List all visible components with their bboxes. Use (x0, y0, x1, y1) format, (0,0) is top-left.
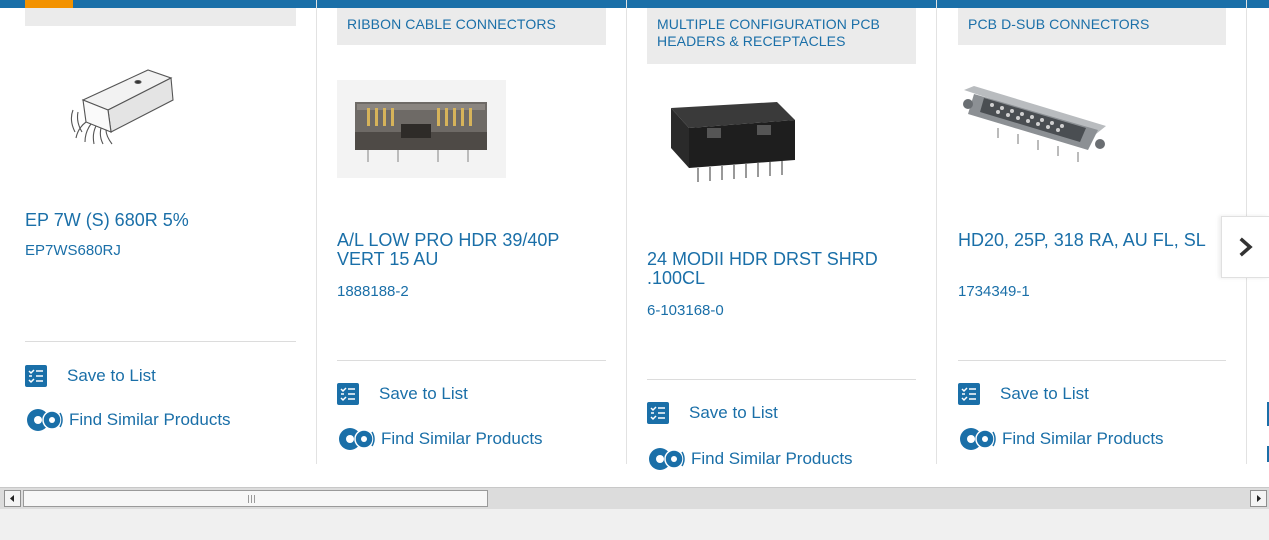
card-separator (316, 0, 317, 464)
gears-icon (649, 448, 685, 470)
checklist-icon (647, 402, 669, 424)
save-to-list-label: Save to List (379, 384, 468, 403)
product-part-number[interactable]: EP7WS680RJ (25, 242, 121, 260)
product-part-number[interactable]: 1734349-1 (958, 283, 1030, 301)
find-similar-button[interactable]: Find Similar Products (647, 446, 853, 472)
product-title[interactable]: HD20, 25P, 318 RA, AU FL, SL (958, 231, 1226, 250)
find-similar-label: Find Similar Products (691, 449, 853, 468)
save-to-list-button[interactable]: Save to List (25, 365, 156, 387)
scroll-right-arrow[interactable] (1250, 490, 1267, 507)
product-image[interactable] (337, 80, 506, 178)
product-title[interactable]: EP 7W (S) 680R 5% (25, 211, 295, 230)
product-part-number[interactable]: 6-103168-0 (647, 302, 724, 320)
category-banner: RIBBON CABLE CONNECTORS (337, 8, 606, 45)
gears-icon (27, 409, 63, 431)
product-card: RIBBON CABLE CONNECTORS A/L LOW PRO HDR … (337, 0, 606, 486)
save-to-list-button[interactable]: Save to List (647, 402, 778, 424)
save-to-list-label: Save to List (689, 403, 778, 422)
find-similar-button[interactable]: Find Similar Products (958, 426, 1164, 452)
category-banner: MULTIPLE CONFIGURATION PCB HEADERS & REC… (647, 8, 916, 64)
checklist-icon (25, 365, 47, 387)
save-to-list-label: Save to List (1000, 384, 1089, 403)
find-similar-button[interactable]: Find Similar Products (25, 407, 231, 433)
product-title[interactable]: A/L LOW PRO HDR 39/40P VERT 15 AU (337, 231, 606, 269)
product-image[interactable] (958, 80, 1118, 177)
product-image[interactable] (667, 98, 807, 193)
save-to-list-label: Save to List (67, 366, 156, 385)
chevron-right-icon (1239, 237, 1253, 257)
product-carousel: EP 7W (S) 680R 5% EP7WS680RJ Save to Lis… (0, 0, 1269, 486)
checklist-icon (337, 383, 359, 405)
category-banner: PCB D-SUB CONNECTORS (958, 8, 1226, 45)
find-similar-label: Find Similar Products (381, 429, 543, 448)
horizontal-scrollbar[interactable] (0, 487, 1269, 509)
find-similar-label: Find Similar Products (1002, 429, 1164, 448)
gears-icon (339, 428, 375, 450)
product-image[interactable] (53, 60, 183, 157)
product-title[interactable]: 24 MODII HDR DRST SHRD .100CL (647, 250, 916, 288)
page-below-area (0, 509, 1269, 540)
save-to-list-button[interactable]: Save to List (958, 383, 1089, 405)
product-card: EP 7W (S) 680R 5% EP7WS680RJ Save to Lis… (25, 0, 316, 486)
card-divider-rule (25, 341, 296, 342)
find-similar-button[interactable]: Find Similar Products (337, 426, 543, 452)
product-card: PCB D-SUB CONNECTORS HD20, 25P, 318 RA, … (958, 0, 1226, 486)
product-part-number[interactable]: 1888188-2 (337, 283, 409, 301)
product-card: MULTIPLE CONFIGURATION PCB HEADERS & REC… (647, 0, 916, 486)
card-separator (626, 0, 627, 464)
save-to-list-button[interactable]: Save to List (337, 383, 468, 405)
scroll-left-arrow[interactable] (4, 490, 21, 507)
carousel-next-button[interactable] (1221, 216, 1269, 278)
card-divider-rule (337, 360, 606, 361)
scrollbar-grip (248, 495, 257, 503)
scrollbar-thumb[interactable] (23, 490, 488, 507)
card-divider-rule (647, 379, 916, 380)
find-similar-label: Find Similar Products (69, 410, 231, 429)
checklist-icon (958, 383, 980, 405)
category-banner (25, 8, 296, 26)
card-divider-rule (958, 360, 1226, 361)
card-separator (936, 0, 937, 464)
gears-icon (960, 428, 996, 450)
